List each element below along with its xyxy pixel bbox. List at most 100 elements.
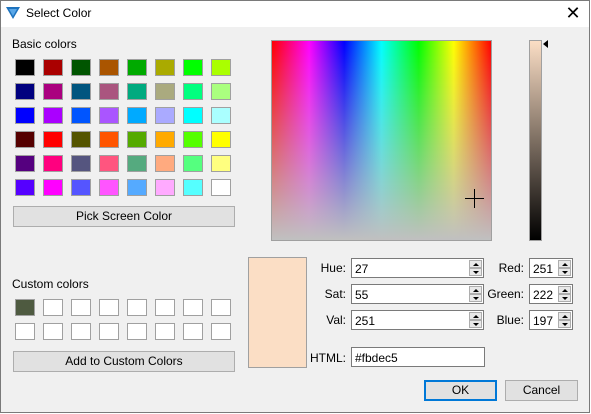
basic-color-swatch[interactable] [127, 83, 147, 100]
basic-color-swatch[interactable] [71, 131, 91, 148]
custom-color-swatch[interactable] [211, 323, 231, 340]
spin-up-icon[interactable] [558, 286, 571, 294]
ok-button[interactable]: OK [424, 380, 497, 401]
basic-color-swatch[interactable] [211, 155, 231, 172]
basic-color-swatch[interactable] [99, 83, 119, 100]
basic-color-swatch[interactable] [99, 131, 119, 148]
basic-color-swatch[interactable] [15, 155, 35, 172]
custom-color-swatch[interactable] [43, 299, 63, 316]
spin-down-icon[interactable] [558, 320, 571, 328]
custom-color-swatch[interactable] [15, 299, 35, 316]
basic-color-swatch[interactable] [99, 155, 119, 172]
basic-color-swatch[interactable] [183, 83, 203, 100]
green-spin-buttons[interactable] [558, 286, 571, 302]
basic-color-swatch[interactable] [43, 131, 63, 148]
add-to-custom-colors-button[interactable]: Add to Custom Colors [13, 351, 235, 372]
custom-color-swatch[interactable] [183, 299, 203, 316]
cancel-button[interactable]: Cancel [505, 380, 578, 401]
red-spin-buttons[interactable] [558, 260, 571, 276]
basic-color-swatch[interactable] [15, 179, 35, 196]
hue-saturation-spectrum[interactable] [271, 40, 492, 241]
spin-up-icon[interactable] [469, 260, 482, 268]
red-spinbox[interactable]: 251 [529, 258, 573, 278]
basic-color-swatch[interactable] [99, 179, 119, 196]
custom-color-swatch[interactable] [155, 323, 175, 340]
basic-color-swatch[interactable] [155, 155, 175, 172]
hue-spin-buttons[interactable] [469, 260, 482, 276]
blue-spinbox[interactable]: 197 [529, 310, 573, 330]
spin-up-icon[interactable] [558, 312, 571, 320]
spin-down-icon[interactable] [558, 268, 571, 276]
custom-color-swatch[interactable] [99, 323, 119, 340]
custom-color-swatch[interactable] [127, 299, 147, 316]
hue-spinbox[interactable]: 27 [351, 258, 484, 278]
custom-color-swatch[interactable] [211, 299, 231, 316]
basic-color-swatch[interactable] [127, 107, 147, 124]
basic-color-swatch[interactable] [183, 107, 203, 124]
html-input[interactable]: #fbdec5 [351, 347, 485, 367]
val-spinbox[interactable]: 251 [351, 310, 484, 330]
blue-spin-buttons[interactable] [558, 312, 571, 328]
basic-color-swatch[interactable] [15, 107, 35, 124]
custom-color-swatch[interactable] [99, 299, 119, 316]
basic-color-swatch[interactable] [127, 179, 147, 196]
basic-color-swatch[interactable] [99, 107, 119, 124]
html-label: HTML: [310, 351, 346, 365]
custom-color-swatch[interactable] [71, 299, 91, 316]
basic-color-swatch[interactable] [155, 83, 175, 100]
sat-spin-buttons[interactable] [469, 286, 482, 302]
basic-color-swatch[interactable] [155, 107, 175, 124]
spin-down-icon[interactable] [469, 294, 482, 302]
spin-down-icon[interactable] [469, 320, 482, 328]
spin-down-icon[interactable] [469, 268, 482, 276]
basic-colors-label: Basic colors [12, 37, 77, 51]
basic-color-swatch[interactable] [15, 131, 35, 148]
val-spin-buttons[interactable] [469, 312, 482, 328]
custom-color-swatch[interactable] [43, 323, 63, 340]
custom-color-swatch[interactable] [127, 323, 147, 340]
basic-color-swatch[interactable] [211, 83, 231, 100]
basic-color-swatch[interactable] [43, 83, 63, 100]
basic-color-swatch[interactable] [155, 131, 175, 148]
spin-up-icon[interactable] [469, 312, 482, 320]
green-spinbox[interactable]: 222 [529, 284, 573, 304]
sat-spinbox[interactable]: 55 [351, 284, 484, 304]
basic-color-swatch[interactable] [71, 179, 91, 196]
close-icon[interactable]: ✕ [560, 3, 586, 23]
basic-color-swatch[interactable] [127, 155, 147, 172]
basic-color-swatch[interactable] [211, 179, 231, 196]
val-value: 251 [355, 314, 376, 328]
basic-color-swatch[interactable] [43, 155, 63, 172]
custom-color-swatch[interactable] [71, 323, 91, 340]
basic-color-swatch[interactable] [155, 59, 175, 76]
basic-color-swatch[interactable] [71, 59, 91, 76]
basic-color-swatch[interactable] [155, 179, 175, 196]
basic-color-swatch[interactable] [43, 179, 63, 196]
basic-color-swatch[interactable] [127, 131, 147, 148]
spin-up-icon[interactable] [469, 286, 482, 294]
spin-up-icon[interactable] [558, 260, 571, 268]
basic-color-swatch[interactable] [183, 131, 203, 148]
basic-color-swatch[interactable] [71, 107, 91, 124]
basic-color-swatch[interactable] [43, 59, 63, 76]
basic-color-swatch[interactable] [183, 59, 203, 76]
custom-color-swatch[interactable] [155, 299, 175, 316]
basic-color-swatch[interactable] [43, 107, 63, 124]
value-slider[interactable] [529, 40, 542, 241]
custom-color-swatch[interactable] [15, 323, 35, 340]
spin-down-icon[interactable] [558, 294, 571, 302]
basic-color-swatch[interactable] [71, 155, 91, 172]
basic-color-swatch[interactable] [211, 59, 231, 76]
basic-color-swatch[interactable] [15, 59, 35, 76]
basic-color-swatch[interactable] [211, 107, 231, 124]
basic-color-swatch[interactable] [183, 155, 203, 172]
basic-color-swatch[interactable] [15, 83, 35, 100]
pick-screen-color-button[interactable]: Pick Screen Color [13, 206, 235, 227]
basic-color-swatch[interactable] [99, 59, 119, 76]
basic-color-swatch[interactable] [183, 179, 203, 196]
basic-color-swatch[interactable] [127, 59, 147, 76]
custom-color-swatch[interactable] [183, 323, 203, 340]
slider-arrow-icon[interactable] [543, 40, 548, 48]
basic-color-swatch[interactable] [211, 131, 231, 148]
basic-color-swatch[interactable] [71, 83, 91, 100]
